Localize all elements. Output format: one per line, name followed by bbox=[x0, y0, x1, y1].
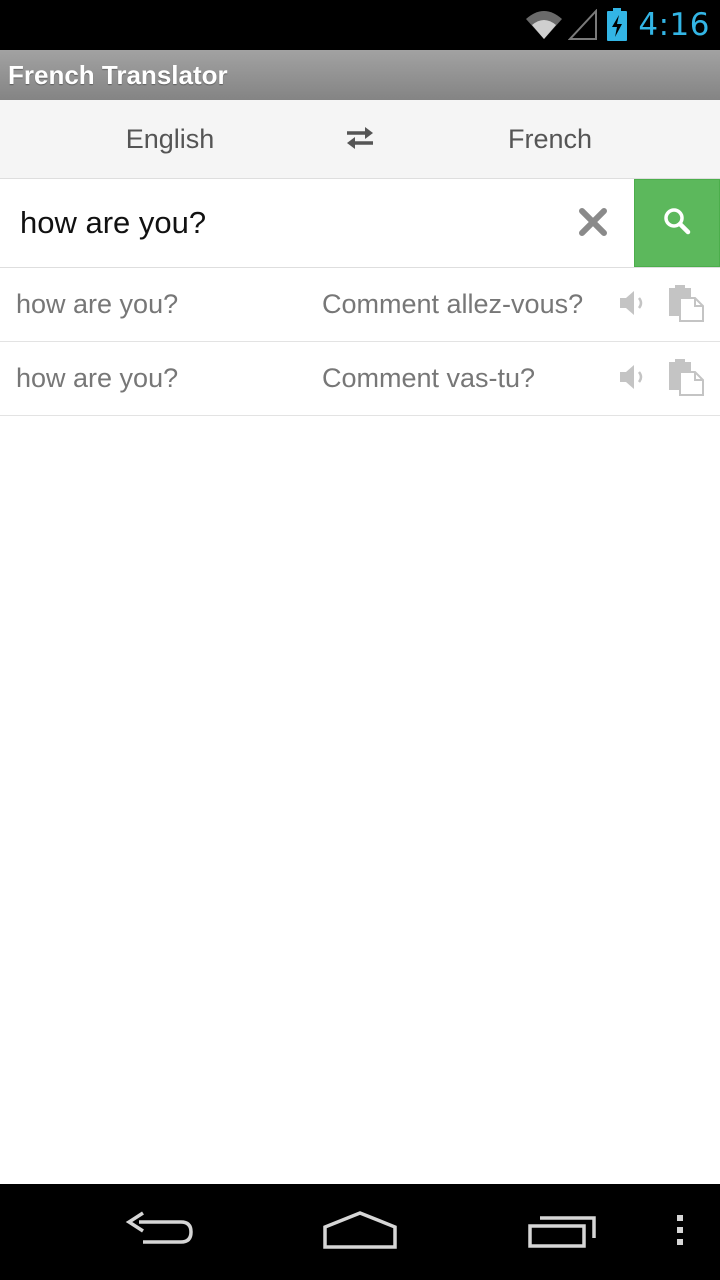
wifi-icon bbox=[524, 9, 564, 41]
search-button[interactable] bbox=[634, 179, 720, 267]
source-language-button[interactable]: English bbox=[50, 100, 290, 179]
recents-button[interactable] bbox=[512, 1202, 612, 1262]
back-icon bbox=[125, 1210, 195, 1255]
home-button[interactable] bbox=[310, 1202, 410, 1262]
overflow-menu-icon bbox=[675, 1213, 685, 1252]
results-list: how are you? Comment allez-vous? how are… bbox=[0, 268, 720, 416]
swap-arrows-icon bbox=[345, 126, 375, 155]
search-row bbox=[0, 179, 720, 268]
back-button[interactable] bbox=[110, 1202, 210, 1262]
speak-button[interactable] bbox=[612, 284, 654, 326]
speaker-icon bbox=[618, 363, 648, 396]
status-bar: 4:16 bbox=[0, 0, 720, 50]
status-clock: 4:16 bbox=[638, 7, 710, 43]
signal-icon bbox=[568, 9, 598, 41]
recents-icon bbox=[526, 1210, 598, 1255]
list-item[interactable]: how are you? Comment allez-vous? bbox=[0, 268, 720, 342]
close-icon bbox=[578, 207, 608, 242]
language-bar: English French bbox=[0, 100, 720, 179]
copy-button[interactable] bbox=[664, 282, 708, 328]
battery-charging-icon bbox=[606, 8, 628, 42]
copy-icon bbox=[667, 358, 705, 401]
list-item[interactable]: how are you? Comment vas-tu? bbox=[0, 342, 720, 416]
swap-languages-button[interactable] bbox=[330, 114, 390, 166]
app-title: French Translator bbox=[8, 59, 228, 90]
search-input[interactable] bbox=[0, 179, 560, 267]
copy-icon bbox=[667, 284, 705, 327]
result-source-text: how are you? bbox=[16, 289, 179, 319]
target-language-button[interactable]: French bbox=[430, 100, 670, 179]
speaker-icon bbox=[618, 289, 648, 322]
status-icons: 4:16 bbox=[524, 0, 710, 50]
result-source-text: how are you? bbox=[16, 363, 179, 393]
speak-button[interactable] bbox=[612, 358, 654, 400]
result-translation-text: Comment allez-vous? bbox=[322, 289, 584, 319]
result-translation-text: Comment vas-tu? bbox=[322, 363, 536, 393]
overflow-menu-button[interactable] bbox=[660, 1202, 700, 1262]
search-icon bbox=[663, 207, 691, 240]
home-icon bbox=[322, 1209, 398, 1256]
copy-button[interactable] bbox=[664, 356, 708, 402]
clear-button[interactable] bbox=[566, 197, 620, 251]
navigation-bar bbox=[0, 1184, 720, 1280]
action-bar: French Translator bbox=[0, 50, 720, 100]
